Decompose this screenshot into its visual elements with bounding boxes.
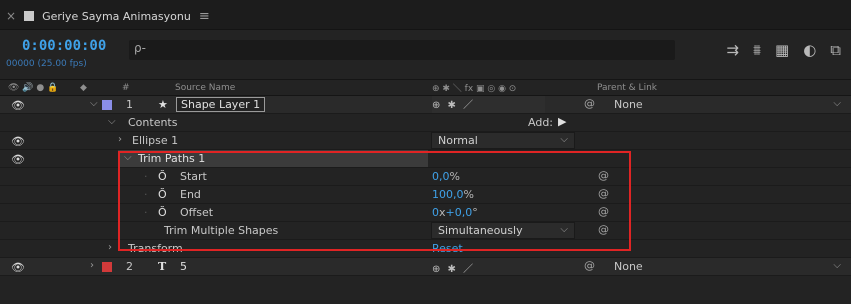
stopwatch-icon[interactable]: Ŏ (158, 170, 167, 183)
comp-color-swatch (24, 11, 35, 21)
chevron-right-icon[interactable]: › (118, 134, 122, 145)
trim-paths-label: Trim Paths 1 (138, 152, 206, 165)
add-play-icon[interactable]: ▶ (558, 115, 566, 128)
trim-multiple-label: Trim Multiple Shapes (164, 224, 279, 237)
switches-header-icons: ⊕ ✱ ＼ fx ▣ ◎ ◉ ⊙ (432, 84, 517, 94)
current-time[interactable]: 0:00:00:00 (22, 38, 106, 54)
ellipse-row[interactable]: 👁 › Ellipse 1 Normal ⌵ (0, 132, 851, 150)
eye-icon[interactable]: 👁 (11, 99, 25, 112)
graph-editor-icon[interactable]: ⧉ (830, 41, 841, 59)
end-unit: % (463, 188, 474, 201)
chevron-down-icon: ⌵ (560, 134, 568, 145)
layer-number: 1 (126, 98, 133, 111)
layer-list: 👁 ⌵ 1 ★ Shape Layer 1 ⊕ ✱ ／ @ None ⌵ ⌵ C… (0, 96, 851, 276)
offset-degree-unit: ° (472, 206, 478, 219)
chevron-down-icon[interactable]: ⌵ (833, 260, 841, 271)
keyframe-nav: · (144, 170, 148, 183)
label-color-swatch[interactable] (102, 100, 112, 110)
text-layer-icon: T (158, 260, 167, 273)
chevron-down-icon: ⌵ (560, 224, 568, 235)
label-color-swatch[interactable] (102, 262, 112, 272)
end-value[interactable]: 100,0% (432, 188, 474, 201)
parent-dropdown[interactable]: None (614, 260, 643, 273)
layer-number: 2 (126, 260, 133, 273)
trim-multiple-row[interactable]: Trim Multiple Shapes Simultaneously ⌵ @ (0, 222, 851, 240)
layer-row-1[interactable]: 👁 ⌵ 1 ★ Shape Layer 1 ⊕ ✱ ／ @ None ⌵ (0, 96, 851, 114)
column-header: 👁 🔊 ● 🔒 ◆ # Source Name ⊕ ✱ ＼ fx ▣ ◎ ◉ ⊙… (0, 79, 851, 96)
pickwhip-icon[interactable]: @ (598, 187, 609, 200)
contents-label: Contents (128, 116, 178, 129)
reset-link[interactable]: Reset (432, 242, 463, 255)
trim-mode-dropdown[interactable]: Simultaneously ⌵ (431, 222, 575, 239)
start-label: Start (180, 170, 207, 183)
offset-row[interactable]: · Ŏ Offset 0x+0,0° @ (0, 204, 851, 222)
eye-icon[interactable]: 👁 (11, 135, 25, 148)
close-icon[interactable]: × (6, 9, 16, 23)
frame-count: 00000 (25.00 fps) (6, 59, 87, 69)
pickwhip-icon[interactable]: @ (598, 169, 609, 182)
number-column: # (122, 82, 130, 93)
layer-switches[interactable]: ⊕ ✱ ／ (432, 96, 545, 113)
star-icon: ★ (158, 98, 168, 111)
start-value[interactable]: 0,0% (432, 170, 460, 183)
transform-label: Transform (128, 242, 183, 255)
timeline-switches: ⇉ ⩩ ▦ ◐ ⧉ (726, 41, 841, 59)
start-row[interactable]: · Ŏ Start 0,0% @ (0, 168, 851, 186)
keyframe-nav: · (144, 188, 148, 201)
chevron-down-icon[interactable]: ⌵ (124, 152, 132, 163)
contents-row[interactable]: ⌵ Contents Add: ▶ (0, 114, 851, 132)
search-icon: ρ- (134, 41, 146, 55)
comp-tab[interactable]: × Geriye Sayma Animasyonu ≡ (6, 6, 210, 26)
trim-paths-row[interactable]: 👁 ⌵ Trim Paths 1 (0, 150, 851, 168)
parent-dropdown[interactable]: None (614, 98, 643, 111)
ellipse-label: Ellipse 1 (132, 134, 179, 147)
eye-icon[interactable]: 👁 (11, 261, 25, 274)
transform-row[interactable]: › Transform Reset (0, 240, 851, 258)
pickwhip-icon[interactable]: @ (598, 223, 609, 236)
keyframe-nav: · (144, 206, 148, 219)
stopwatch-icon[interactable]: Ŏ (158, 188, 167, 201)
layer-switches[interactable]: ⊕ ✱ ／ (432, 260, 475, 275)
frame-blending-icon[interactable]: ▦ (775, 41, 789, 59)
trim-mode-value: Simultaneously (438, 224, 523, 237)
panel-menu-icon[interactable]: ≡ (199, 9, 210, 24)
chevron-down-icon[interactable]: ⌵ (90, 98, 98, 109)
label-column-icon: ◆ (80, 82, 87, 93)
add-menu-label[interactable]: Add: (528, 116, 553, 129)
start-unit: % (449, 170, 460, 183)
layer-name[interactable]: 5 (180, 260, 187, 273)
stopwatch-icon[interactable]: Ŏ (158, 206, 167, 219)
blend-mode-dropdown[interactable]: Normal ⌵ (431, 132, 575, 149)
offset-degrees: +0,0 (445, 206, 473, 219)
pickwhip-icon[interactable]: @ (584, 97, 595, 110)
chevron-right-icon[interactable]: › (108, 242, 112, 253)
source-name-header[interactable]: Source Name (175, 83, 235, 93)
end-row[interactable]: · Ŏ End 100,0% @ (0, 186, 851, 204)
chevron-right-icon[interactable]: › (90, 260, 94, 271)
pickwhip-icon[interactable]: @ (584, 259, 595, 272)
shy-layers-icon[interactable]: ⩩ (753, 41, 761, 59)
composition-flowchart-icon[interactable]: ⇉ (726, 41, 739, 59)
eye-icon[interactable]: 👁 (11, 153, 25, 166)
offset-label: Offset (180, 206, 214, 219)
av-features-icons: 👁 🔊 ● 🔒 (8, 82, 59, 93)
offset-value[interactable]: 0x+0,0° (432, 206, 478, 219)
layer-name-field[interactable]: Shape Layer 1 (176, 97, 266, 112)
comp-tab-title: Geriye Sayma Animasyonu (42, 9, 191, 23)
layer-row-2[interactable]: 👁 › 2 T 5 ⊕ ✱ ／ @ None ⌵ (0, 258, 851, 276)
start-number: 0,0 (432, 170, 450, 183)
offset-revolutions: 0 (432, 206, 439, 219)
end-number: 100,0 (432, 188, 464, 201)
blend-mode-value: Normal (438, 134, 478, 147)
chevron-down-icon[interactable]: ⌵ (833, 98, 841, 109)
chevron-down-icon[interactable]: ⌵ (108, 116, 116, 127)
panel-tab-bar: × Geriye Sayma Animasyonu ≡ (0, 0, 851, 30)
pickwhip-icon[interactable]: @ (598, 205, 609, 218)
timeline-header: 0:00:00:00 00000 (25.00 fps) ρ- ⇉ ⩩ ▦ ◐ … (0, 31, 851, 79)
end-label: End (180, 188, 201, 201)
parent-link-header[interactable]: Parent & Link (597, 83, 657, 93)
search-input[interactable]: ρ- (129, 40, 675, 60)
motion-blur-icon[interactable]: ◐ (803, 41, 816, 59)
